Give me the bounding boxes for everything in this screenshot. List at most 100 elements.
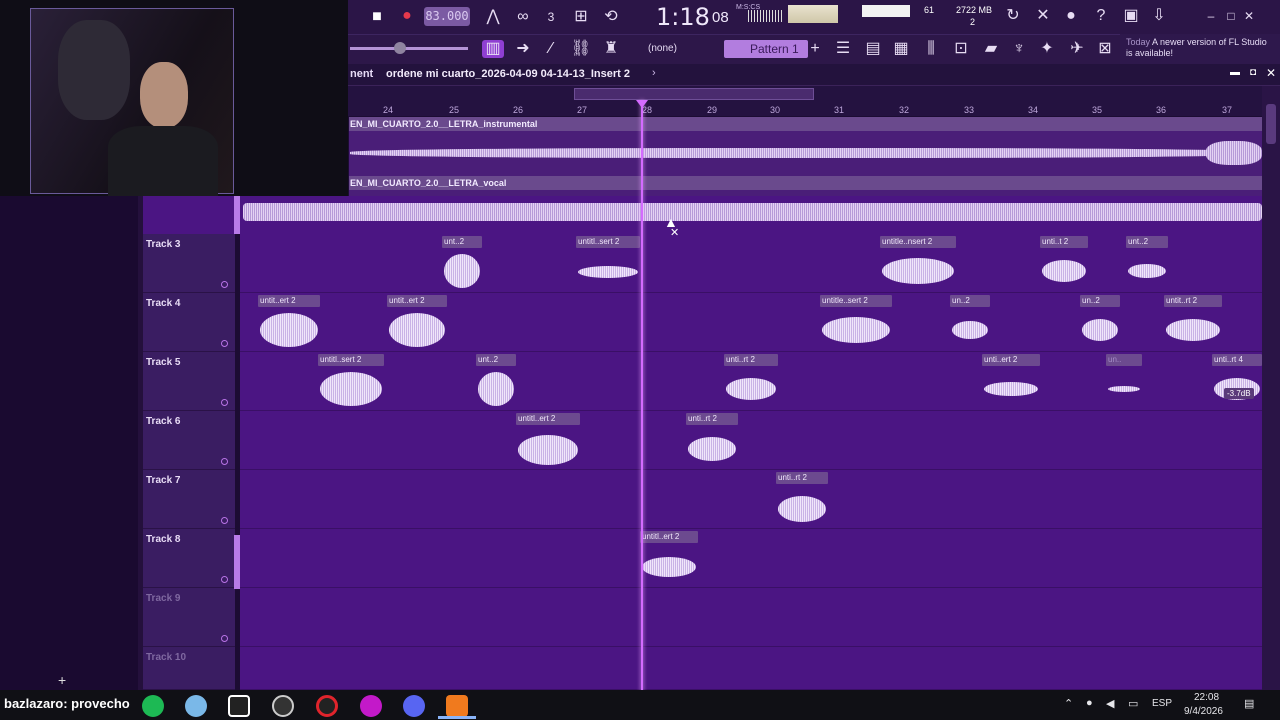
cart-icon[interactable]: ⊠ xyxy=(1094,40,1116,58)
track-9-mute-icon[interactable] xyxy=(221,635,228,642)
tray-lang[interactable]: ESP xyxy=(1152,698,1172,709)
discord-icon[interactable] xyxy=(403,695,425,717)
clip[interactable]: untitl..ert 2 xyxy=(640,531,698,590)
canva-icon[interactable] xyxy=(360,695,382,717)
playlist-minimize-icon[interactable]: ▬ xyxy=(1230,67,1240,78)
plugin-icon[interactable]: ♆ xyxy=(1008,40,1030,58)
notification-icon[interactable]: ▤ xyxy=(1244,697,1254,710)
track-header-5[interactable]: Track 5 xyxy=(143,352,235,411)
vertical-scrollbar[interactable] xyxy=(1262,86,1280,690)
lane-8[interactable] xyxy=(240,529,1262,588)
clip[interactable]: untit..rt 2 xyxy=(1164,295,1222,354)
clip[interactable]: unt..2 xyxy=(1126,236,1168,295)
track-header-3[interactable]: Track 3 xyxy=(143,234,235,293)
arrow-icon[interactable]: ➜ xyxy=(512,40,534,58)
tray-up-icon[interactable]: ⌃ xyxy=(1064,697,1073,710)
audio-clip-instrumental[interactable]: EN_MI_CUARTO_2.0__LETRA_instrumental xyxy=(349,117,1262,131)
lane-6[interactable] xyxy=(240,411,1262,470)
terminal-icon[interactable] xyxy=(228,695,250,717)
wait-icon[interactable]: ∞ xyxy=(512,8,534,26)
track-5-mute-icon[interactable] xyxy=(221,399,228,406)
track-header-7[interactable]: Track 7 xyxy=(143,470,235,529)
add-pattern-icon[interactable]: + xyxy=(804,40,826,58)
track-6-mute-icon[interactable] xyxy=(221,458,228,465)
step-icon[interactable]: 3 xyxy=(540,8,562,26)
mic-icon[interactable]: ● xyxy=(1060,7,1082,25)
clip[interactable]: untitl..sert 2 xyxy=(576,236,640,295)
minimize-icon[interactable]: – xyxy=(1200,7,1222,25)
playlist-icon[interactable]: ☰ xyxy=(832,40,854,58)
clip[interactable]: un..2 xyxy=(950,295,990,354)
close-icon[interactable]: ✕ xyxy=(1238,7,1260,25)
track-header-9[interactable]: Track 9 xyxy=(143,588,235,647)
clip[interactable]: untitl..sert 2 xyxy=(318,354,384,413)
lane-10[interactable] xyxy=(240,647,1262,690)
clip[interactable]: unti..rt 4 xyxy=(1212,354,1262,413)
playlist-close-icon[interactable]: ✕ xyxy=(1266,66,1276,80)
update-hint[interactable]: Today A newer version of FL Studio is av… xyxy=(1120,34,1280,64)
clip[interactable]: unti..ert 2 xyxy=(982,354,1040,413)
tray-volume-icon[interactable]: ◀ xyxy=(1106,697,1114,710)
lane-7[interactable] xyxy=(240,470,1262,529)
clip[interactable]: untitle..nsert 2 xyxy=(880,236,956,295)
project-icon[interactable]: ▰ xyxy=(980,40,1002,58)
blend-icon[interactable]: ⊞ xyxy=(570,8,592,26)
save-icon[interactable]: ▣ xyxy=(1120,7,1142,25)
track-7-mute-icon[interactable] xyxy=(221,517,228,524)
tray-date[interactable]: 9/4/2026 xyxy=(1184,706,1223,717)
playhead[interactable] xyxy=(641,100,643,692)
lane-3[interactable] xyxy=(240,234,1262,293)
main-volume-knob[interactable] xyxy=(394,42,406,54)
playlist-maximize-icon[interactable]: ◘ xyxy=(1250,67,1256,78)
mixer-icon[interactable]: ⫼ xyxy=(920,40,942,58)
track-3-mute-icon[interactable] xyxy=(221,281,228,288)
brush-icon[interactable]: ⁄ xyxy=(540,40,562,58)
pattern-selector[interactable]: Pattern 1 xyxy=(724,40,808,58)
audio-clip-vocal[interactable]: EN_MI_CUARTO_2.0__LETRA_vocal xyxy=(349,176,1262,190)
clip[interactable]: unt..2 xyxy=(442,236,482,295)
clip[interactable]: unti..t 2 xyxy=(1040,236,1088,295)
timeline-ruler[interactable]: 24 25 26 27 28 29 30 31 32 33 34 35 36 3… xyxy=(348,86,1262,116)
export-icon[interactable]: ⇩ xyxy=(1148,7,1170,25)
clip[interactable]: untit..ert 2 xyxy=(387,295,447,354)
clip[interactable]: un.. xyxy=(1106,354,1142,413)
clip[interactable]: unti..rt 2 xyxy=(776,472,828,531)
refresh-icon[interactable]: ↻ xyxy=(1002,7,1024,25)
stop-icon[interactable]: ■ xyxy=(366,8,388,26)
spotify-icon[interactable] xyxy=(142,695,164,717)
channel-rack-icon[interactable]: ▤ xyxy=(862,40,884,58)
clip[interactable]: untit..ert 2 xyxy=(258,295,320,354)
stamp-icon[interactable]: ♜ xyxy=(600,40,622,58)
tempo-tap-icon[interactable]: ✦ xyxy=(1036,40,1058,58)
tools-icon[interactable]: ✕ xyxy=(1032,7,1054,25)
clip[interactable]: unti..rt 2 xyxy=(686,413,738,472)
vocal-track-select[interactable] xyxy=(234,196,240,234)
opera-icon[interactable] xyxy=(316,695,338,717)
steps-icon[interactable]: ▦ xyxy=(890,40,912,58)
track-header-6[interactable]: Track 6 xyxy=(143,411,235,470)
metronome-icon[interactable]: ⋀ xyxy=(482,8,504,26)
scrollbar-thumb[interactable] xyxy=(1266,104,1276,144)
browser-app-icon[interactable] xyxy=(185,695,207,717)
track-header-10[interactable]: Track 10 xyxy=(143,647,235,690)
tray-network-icon[interactable]: ▭ xyxy=(1128,697,1138,710)
clip[interactable]: unti..rt 2 xyxy=(724,354,778,413)
lane-9[interactable] xyxy=(240,588,1262,647)
playhead-marker-icon[interactable] xyxy=(636,100,648,108)
track-header-4[interactable]: Track 4 xyxy=(143,293,235,352)
tempo-display[interactable]: 83.000 xyxy=(424,7,470,26)
browser-icon[interactable]: ⊡ xyxy=(950,40,972,58)
clip[interactable]: un..2 xyxy=(1080,295,1120,354)
tray-time[interactable]: 22:08 xyxy=(1194,692,1219,703)
main-volume-slider[interactable] xyxy=(350,47,468,50)
clip[interactable]: unt..2 xyxy=(476,354,516,413)
record-icon[interactable]: ● xyxy=(396,7,418,25)
fx-icon[interactable]: ✈ xyxy=(1066,40,1088,58)
link-icon[interactable]: ⛓ xyxy=(570,40,592,58)
fl-studio-icon[interactable] xyxy=(446,695,468,717)
add-track-icon[interactable]: + xyxy=(58,672,66,688)
track-4-mute-icon[interactable] xyxy=(221,340,228,347)
tray-mic-icon[interactable]: ● xyxy=(1086,697,1093,709)
track-header-8[interactable]: Track 8 xyxy=(143,529,235,588)
help-icon[interactable]: ? xyxy=(1090,7,1112,25)
